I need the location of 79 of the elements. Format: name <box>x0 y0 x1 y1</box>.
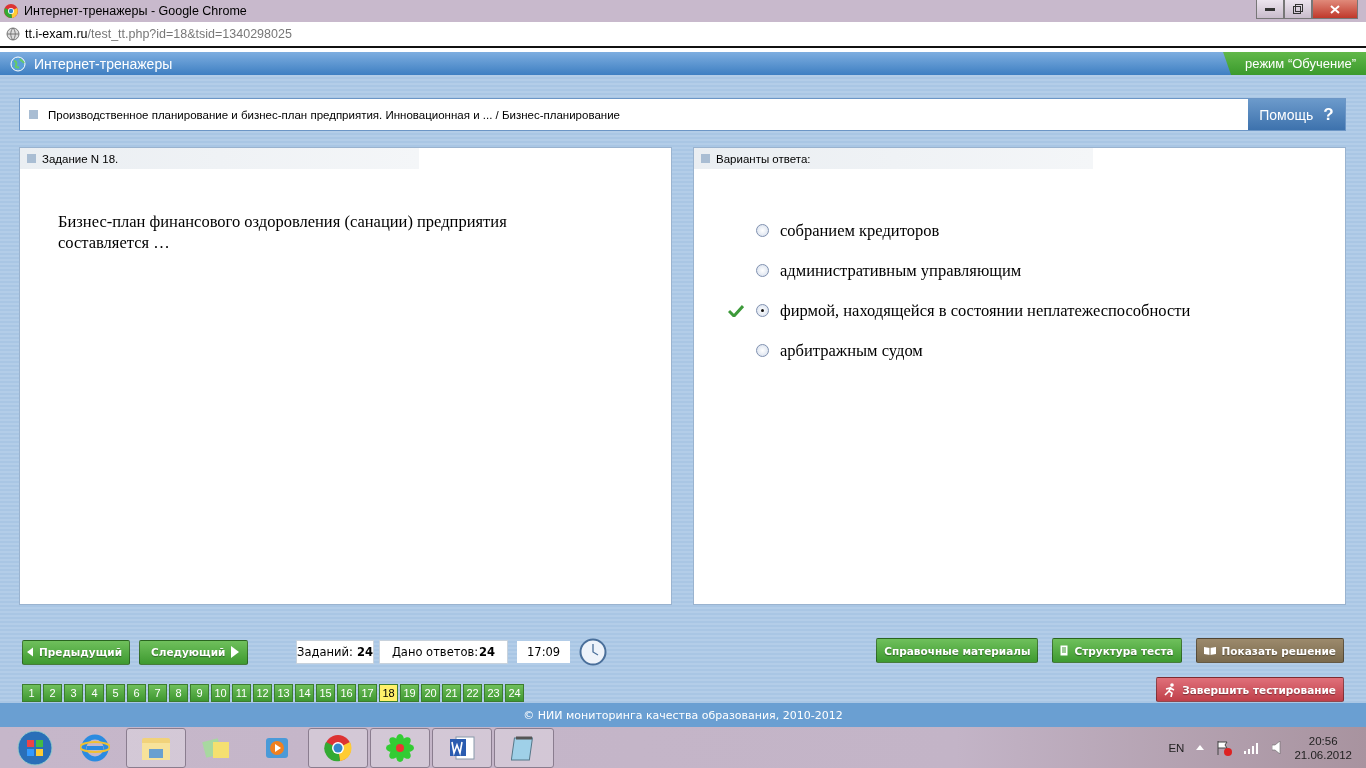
question-number-button[interactable]: 17 <box>358 684 377 702</box>
left-arrow-icon <box>27 646 33 658</box>
question-number-button[interactable]: 15 <box>316 684 335 702</box>
question-number-button[interactable]: 18 <box>379 684 398 702</box>
clock-icon <box>579 638 608 666</box>
word-document-icon[interactable] <box>432 727 492 768</box>
copyright-text: © НИИ мониторинга качества образования, 2010-2012 <box>0 703 1366 727</box>
question-number-button[interactable]: 4 <box>85 684 104 702</box>
next-button[interactable]: Следующий <box>139 639 248 665</box>
square-bullet-icon <box>701 154 710 163</box>
question-number-button[interactable]: 12 <box>253 684 272 702</box>
action-button[interactable]: Справочные материалы <box>876 638 1039 663</box>
close-icon <box>1330 4 1340 14</box>
square-bullet-icon <box>29 110 38 119</box>
speaker-icon[interactable] <box>1272 741 1283 754</box>
question-number-button[interactable]: 19 <box>400 684 419 702</box>
globe-icon <box>10 55 26 72</box>
book-icon <box>1203 646 1216 655</box>
app-title: Интернет-тренажеры <box>34 55 173 72</box>
answer-option[interactable]: собранием кредиторов <box>780 220 940 241</box>
panel-title: Варианты ответа: <box>716 152 811 165</box>
answered-count: Дано ответов:24 <box>379 640 508 664</box>
question-number-button[interactable]: 9 <box>190 684 209 702</box>
minimize-icon <box>1265 7 1275 11</box>
breadcrumb-text: Производственное планирование и бизнес-план предприятия. Инновационная и ... / Бизнес-планирование <box>48 108 621 121</box>
question-number-button[interactable]: 6 <box>127 684 146 702</box>
answer-option[interactable]: административным управляющим <box>780 260 1022 281</box>
folder-icon[interactable] <box>126 727 186 768</box>
caret-up-icon[interactable] <box>1196 745 1205 750</box>
url-host: tt.i-exam.ru <box>25 27 88 41</box>
right-arrow-icon <box>231 646 240 658</box>
question-number-button[interactable]: 1 <box>22 684 41 702</box>
question-number-button[interactable]: 11 <box>232 684 251 702</box>
question-number-button[interactable]: 8 <box>169 684 188 702</box>
minimize-button[interactable] <box>1256 0 1284 19</box>
restore-button[interactable] <box>1284 0 1312 19</box>
radio-button[interactable] <box>756 344 769 357</box>
question-number-button[interactable]: 2 <box>43 684 62 702</box>
document-icon <box>1060 645 1069 656</box>
question-number-button[interactable]: 3 <box>64 684 83 702</box>
action-button[interactable]: Структура теста <box>1052 638 1182 663</box>
chrome-logo-icon[interactable] <box>308 727 368 768</box>
radio-button[interactable] <box>756 304 769 317</box>
flag-icon[interactable] <box>1216 739 1233 756</box>
question-number-button[interactable]: 14 <box>295 684 314 702</box>
signal-bars-icon[interactable] <box>1244 741 1261 754</box>
question-number-button[interactable]: 5 <box>106 684 125 702</box>
question-number-button[interactable]: 16 <box>337 684 356 702</box>
answer-option[interactable]: фирмой, находящейся в состоянии неплатежеспособности <box>780 300 1191 321</box>
finish-test-button[interactable]: Завершить тестирование <box>1156 677 1344 702</box>
answer-option[interactable]: арбитражным судом <box>780 340 923 361</box>
help-button[interactable]: Помощь ? <box>1248 99 1345 130</box>
globe-icon <box>6 27 20 41</box>
previous-button[interactable]: Предыдущий <box>22 639 130 665</box>
window-title: Интернет-тренажеры - Google Chrome <box>24 4 247 18</box>
close-button[interactable] <box>1312 0 1358 19</box>
question-number-button[interactable]: 10 <box>211 684 230 702</box>
restore-icon <box>1293 4 1303 14</box>
question-number-button[interactable]: 7 <box>148 684 167 702</box>
question-number-button[interactable]: 13 <box>274 684 293 702</box>
chrome-logo-icon <box>4 4 18 18</box>
timer: 17:09 <box>517 641 571 663</box>
radio-button[interactable] <box>756 264 769 277</box>
question-text: Бизнес-план финансового оздоровления (санации) предприятия составляется … <box>58 211 508 253</box>
radio-button[interactable] <box>756 224 769 237</box>
question-number-button[interactable]: 21 <box>442 684 461 702</box>
system-clock[interactable]: 20:56 21.06.2012 <box>1294 734 1352 761</box>
question-number-button[interactable]: 23 <box>484 684 503 702</box>
question-number-button[interactable]: 22 <box>463 684 482 702</box>
action-button[interactable]: Показать решение <box>1195 638 1344 663</box>
question-number-button[interactable]: 20 <box>421 684 440 702</box>
panel-title: Задание N 18. <box>42 152 119 165</box>
mode-badge: режим “Обучение” <box>1223 52 1366 75</box>
url-path: /test_tt.php?id=18&tsid=1340298025 <box>87 27 292 41</box>
language-indicator[interactable]: EN <box>1168 741 1185 754</box>
square-bullet-icon <box>27 154 36 163</box>
running-man-icon <box>1164 682 1177 697</box>
tasks-count: Заданий: 24 <box>296 640 374 664</box>
question-number-button[interactable]: 24 <box>505 684 524 702</box>
